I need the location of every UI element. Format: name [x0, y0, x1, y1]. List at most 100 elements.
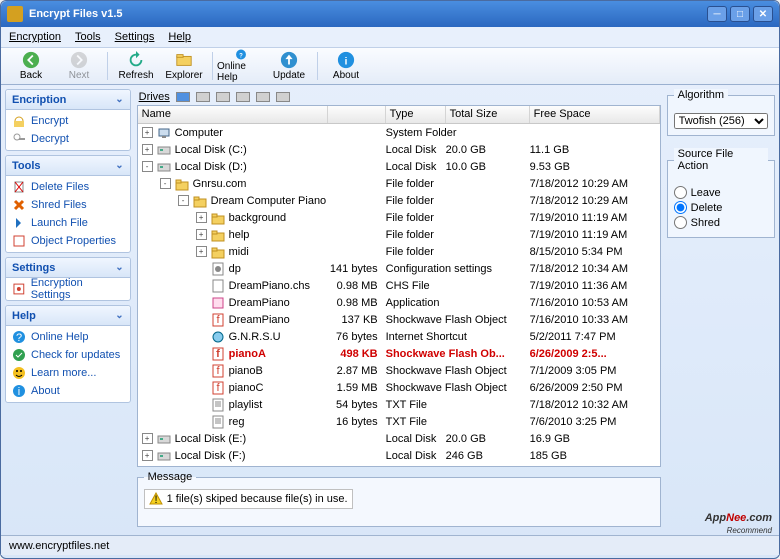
panel-tools-header[interactable]: Tools⌄ — [6, 156, 130, 176]
close-button[interactable]: ✕ — [753, 6, 773, 22]
folder-icon — [211, 228, 225, 242]
about-button[interactable]: iAbout — [322, 49, 370, 83]
sidebar-encsettings[interactable]: Encryption Settings — [6, 280, 130, 298]
expander-icon[interactable]: + — [196, 212, 207, 223]
table-row[interactable]: fpianoA498 KBShockwave Flash Ob...6/26/2… — [138, 345, 660, 362]
list-body[interactable]: +ComputerSystem Folder+Local Disk (C:)Lo… — [138, 124, 660, 466]
expander-icon[interactable]: + — [142, 433, 153, 444]
chevron-icon: ⌄ — [115, 310, 123, 321]
sidebar-learnmore[interactable]: Learn more... — [6, 364, 130, 382]
table-row[interactable]: +Local Disk (E:)Local Disk20.0 GB16.9 GB — [138, 430, 660, 447]
sidebar-decrypt[interactable]: Decrypt — [6, 130, 130, 148]
table-row[interactable]: +ComputerSystem Folder — [138, 124, 660, 141]
sidebar-checkupdates[interactable]: Check for updates — [6, 346, 130, 364]
expander-icon[interactable]: + — [142, 450, 153, 461]
drive-mini-icon[interactable] — [256, 92, 270, 102]
radio-delete[interactable]: Delete — [674, 201, 768, 214]
sidebar-encrypt[interactable]: Encrypt — [6, 112, 130, 130]
expander-icon[interactable]: + — [196, 246, 207, 257]
table-row[interactable]: -Gnrsu.comFile folder7/18/2012 10:29 AM — [138, 175, 660, 192]
message-box: Message ! 1 file(s) skiped because file(… — [137, 471, 661, 527]
chevron-icon: ⌄ — [115, 160, 123, 171]
col-name[interactable]: Name — [138, 106, 328, 123]
refresh-button[interactable]: Refresh — [112, 49, 160, 83]
file-icon — [211, 279, 225, 293]
col-freespace[interactable]: Free Space — [530, 106, 660, 123]
algorithm-group: Algorithm Twofish (256) — [667, 89, 775, 136]
drives-strip: Drives — [137, 89, 661, 105]
message-item: ! 1 file(s) skiped because file(s) in us… — [144, 489, 353, 509]
table-row[interactable]: DreamPiano.chs0.98 MBCHS File7/19/2010 1… — [138, 277, 660, 294]
swf-icon: f — [211, 364, 225, 378]
disk-icon — [157, 160, 171, 174]
table-row[interactable]: fDreamPiano137 KBShockwave Flash Object7… — [138, 311, 660, 328]
computer-icon — [157, 126, 171, 140]
panel-encryption-header[interactable]: Encription⌄ — [6, 90, 130, 110]
svg-text:!: ! — [154, 494, 157, 506]
sidebar-props[interactable]: Object Properties — [6, 232, 130, 250]
sidebar: Encription⌄ Encrypt Decrypt Tools⌄ Delet… — [1, 85, 135, 535]
expander-icon[interactable]: - — [142, 161, 153, 172]
table-row[interactable]: -Local Disk (D:)Local Disk10.0 GB9.53 GB — [138, 158, 660, 175]
folder-icon — [211, 211, 225, 225]
disk-icon — [157, 143, 171, 157]
expander-icon[interactable]: + — [142, 144, 153, 155]
warning-icon: ! — [149, 492, 163, 506]
panel-settings-header[interactable]: Settings⌄ — [6, 258, 130, 278]
back-button[interactable]: Back — [7, 49, 55, 83]
table-row[interactable]: dp141 bytesConfiguration settings7/18/20… — [138, 260, 660, 277]
onlinehelp-button[interactable]: ?Online Help — [217, 49, 265, 83]
next-button: Next — [55, 49, 103, 83]
table-row[interactable]: fpianoC1.59 MBShockwave Flash Object6/26… — [138, 379, 660, 396]
table-row[interactable]: reg16 bytesTXT File7/6/2010 3:25 PM — [138, 413, 660, 430]
drive-mini-icon[interactable] — [216, 92, 230, 102]
right-panel: Algorithm Twofish (256) Source File Acti… — [663, 85, 779, 535]
col-type[interactable]: Type — [386, 106, 446, 123]
menu-help[interactable]: Help — [168, 31, 191, 43]
menu-tools[interactable]: Tools — [75, 31, 101, 43]
sidebar-onlinehelp[interactable]: ?Online Help — [6, 328, 130, 346]
drive-mini-icon[interactable] — [276, 92, 290, 102]
menu-settings[interactable]: Settings — [115, 31, 155, 43]
txt-icon — [211, 398, 225, 412]
drive-mini-icon[interactable] — [176, 92, 190, 102]
col-totalsize[interactable]: Total Size — [446, 106, 530, 123]
maximize-button[interactable]: □ — [730, 6, 750, 22]
expander-icon[interactable]: - — [160, 178, 171, 189]
table-row[interactable]: +backgroundFile folder7/19/2010 11:19 AM — [138, 209, 660, 226]
minimize-button[interactable]: ─ — [707, 6, 727, 22]
svg-text:f: f — [216, 348, 220, 360]
sidebar-delete[interactable]: Delete Files — [6, 178, 130, 196]
radio-leave[interactable]: Leave — [674, 186, 768, 199]
algorithm-label: Algorithm — [674, 89, 728, 101]
expander-icon[interactable]: + — [142, 127, 153, 138]
table-row[interactable]: fpianoB2.87 MBShockwave Flash Object7/1/… — [138, 362, 660, 379]
chevron-icon: ⌄ — [115, 262, 123, 273]
sidebar-launch[interactable]: Launch File — [6, 214, 130, 232]
table-row[interactable]: -Dream Computer PianoFile folder7/18/201… — [138, 192, 660, 209]
table-row[interactable]: playlist54 bytesTXT File7/18/2012 10:32 … — [138, 396, 660, 413]
sidebar-about[interactable]: iAbout — [6, 382, 130, 400]
table-row[interactable]: +midiFile folder8/15/2010 5:34 PM — [138, 243, 660, 260]
table-row[interactable]: +Local Disk (F:)Local Disk246 GB185 GB — [138, 447, 660, 464]
sourceaction-group: Source File Action Leave Delete Shred — [667, 148, 775, 238]
algorithm-select[interactable]: Twofish (256) — [674, 113, 768, 129]
table-row[interactable]: +Local Disk (C:)Local Disk20.0 GB11.1 GB — [138, 141, 660, 158]
update-button[interactable]: Update — [265, 49, 313, 83]
drive-mini-icon[interactable] — [196, 92, 210, 102]
table-row[interactable]: +helpFile folder7/19/2010 11:19 AM — [138, 226, 660, 243]
drive-mini-icon[interactable] — [236, 92, 250, 102]
menu-encryption[interactable]: Encryption — [9, 31, 61, 43]
explorer-button[interactable]: Explorer — [160, 49, 208, 83]
expander-icon[interactable]: + — [196, 229, 207, 240]
drives-label: Drives — [139, 91, 170, 103]
url-icon — [211, 330, 225, 344]
expander-icon[interactable]: - — [178, 195, 189, 206]
table-row[interactable]: G.N.R.S.U76 bytesInternet Shortcut5/2/20… — [138, 328, 660, 345]
sidebar-shred[interactable]: Shred Files — [6, 196, 130, 214]
col-type-spacer[interactable] — [328, 106, 386, 123]
radio-shred[interactable]: Shred — [674, 216, 768, 229]
panel-help-header[interactable]: Help⌄ — [6, 306, 130, 326]
window-title: Encrypt Files v1.5 — [29, 8, 123, 20]
table-row[interactable]: DreamPiano0.98 MBApplication7/16/2010 10… — [138, 294, 660, 311]
